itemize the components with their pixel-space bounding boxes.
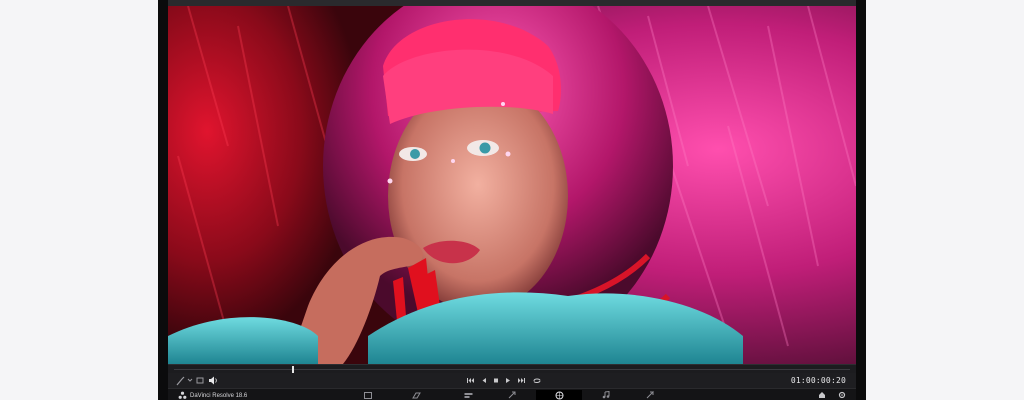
deliver-icon: [646, 391, 654, 399]
playhead[interactable]: [292, 366, 295, 373]
edit-page-tab[interactable]: [456, 390, 480, 400]
speaker-icon[interactable]: [208, 375, 218, 386]
overlay-icon[interactable]: [196, 375, 204, 386]
app-name: DaVinci Resolve 18.6: [190, 392, 248, 399]
cut-icon: [411, 392, 421, 398]
fairlight-icon: [602, 391, 610, 399]
transport-bar: 01:00:00:20: [168, 373, 856, 388]
eyedropper-icon[interactable]: [176, 375, 185, 386]
product-screenshot: 01:00:00:20 DaVinci Resolve 18.6: [0, 0, 1024, 400]
play-icon[interactable]: [504, 375, 512, 386]
gear-icon: [838, 391, 846, 399]
page-bar: DaVinci Resolve 18.6: [168, 388, 856, 400]
davinci-logo-icon: [178, 391, 187, 399]
fusion-page-tab[interactable]: [500, 390, 524, 400]
fairlight-page-tab[interactable]: [594, 390, 618, 400]
fusion-icon: [508, 391, 516, 399]
edit-icon: [464, 392, 472, 398]
media-icon: [364, 391, 372, 399]
loop-icon[interactable]: [532, 375, 542, 386]
timecode-display: 01:00:00:20: [790, 376, 846, 385]
color-icon: [555, 391, 563, 399]
app-logo: DaVinci Resolve 18.6: [178, 391, 247, 400]
prev-frame-icon[interactable]: [480, 375, 488, 386]
cut-page-tab[interactable]: [404, 390, 428, 400]
scrub-track: [174, 369, 850, 370]
media-page-tab[interactable]: [356, 390, 380, 400]
settings-button[interactable]: [830, 390, 854, 400]
viewer-image[interactable]: [168, 6, 856, 364]
home-icon: [819, 392, 825, 398]
skip-back-icon[interactable]: [466, 375, 476, 386]
skip-forward-icon[interactable]: [516, 375, 526, 386]
stop-icon[interactable]: [492, 375, 500, 386]
portrait-image: [168, 6, 856, 364]
deliver-page-tab[interactable]: [638, 390, 662, 400]
chevron-down-icon[interactable]: [187, 375, 193, 386]
color-page-tab[interactable]: [536, 390, 582, 400]
